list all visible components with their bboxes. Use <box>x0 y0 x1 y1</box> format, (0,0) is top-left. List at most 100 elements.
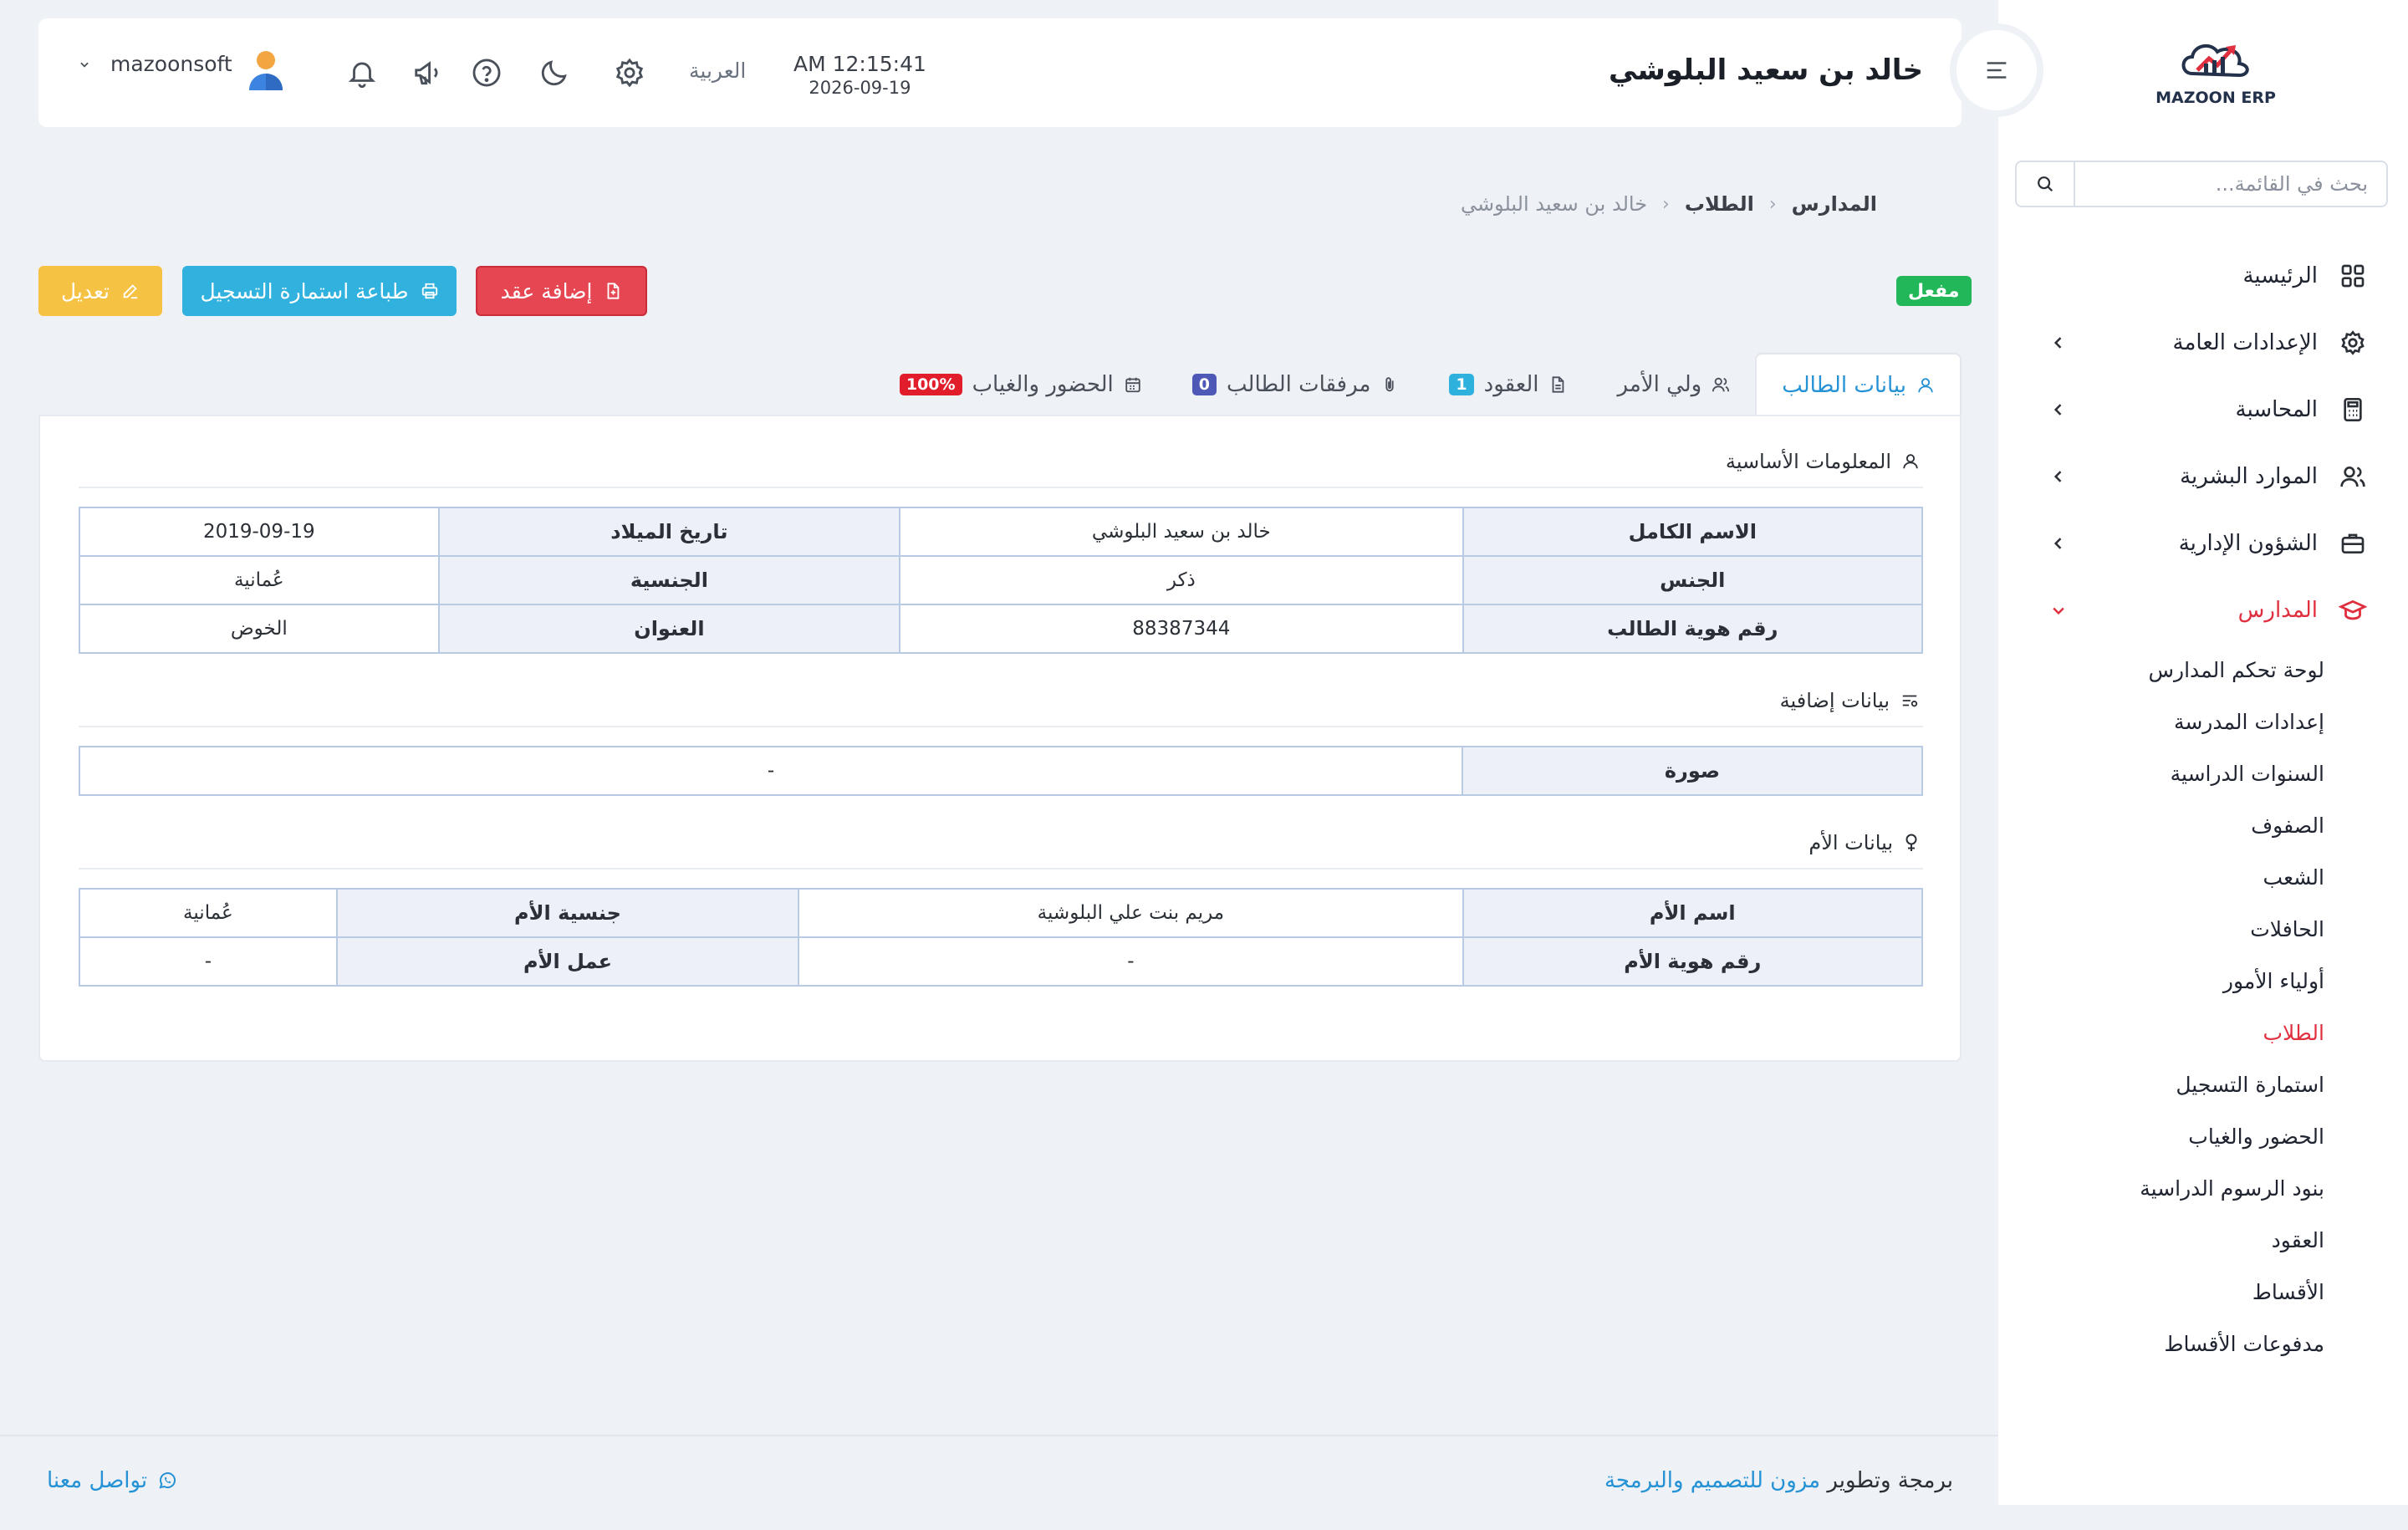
table-cell: - <box>798 936 1464 987</box>
status-badge: مفعل <box>1896 276 1972 306</box>
sidebar-search-input[interactable] <box>2085 163 2386 205</box>
sidebar-item-home[interactable]: الرئيسية <box>1998 242 2408 309</box>
top-header: خالد بن سعيد البلوشي AM 12:15:41 2026-09… <box>38 18 1962 127</box>
breadcrumb-item-students[interactable]: الطلاب <box>1685 192 1754 216</box>
tab-label: الحضور والغياب <box>972 372 1114 397</box>
attendance-rate-badge: 100% <box>899 374 962 395</box>
sidebar-item-label: الإعدادات العامة <box>2172 330 2318 355</box>
breadcrumb-item-schools[interactable]: المدارس <box>1792 192 1877 216</box>
pencil-icon <box>123 284 138 299</box>
additional-info-table: صورة - <box>79 746 1923 796</box>
mother-info-title: بيانات الأم <box>1809 831 1893 854</box>
chevron-left-icon <box>2048 333 2069 353</box>
print-registration-label: طباعة استمارة التسجيل <box>200 278 409 303</box>
female-icon <box>1905 834 1917 851</box>
clock: AM 12:15:41 2026-09-19 <box>793 52 926 98</box>
table-header-cell: الجنسية <box>437 555 901 605</box>
mother-info-table: اسم الأم مريم بنت علي البلوشية جنسية الأ… <box>79 888 1924 987</box>
submenu-item-students[interactable]: الطلاب <box>1998 1007 2324 1058</box>
sidebar-search <box>2015 161 2388 207</box>
basic-info-table: الاسم الكامل خالد بن سعيد البلوشي تاريخ … <box>79 507 1924 654</box>
tab-student-data[interactable]: بيانات الطالب <box>1755 353 1962 416</box>
user-menu[interactable]: mazoonsoft <box>79 51 283 90</box>
submenu-item-registration-form[interactable]: استمارة التسجيل <box>1998 1058 2324 1110</box>
table-header-cell: جنسية الأم <box>335 888 800 938</box>
table-header-cell: صورة <box>1462 746 1923 796</box>
table-cell: مريم بنت علي البلوشية <box>798 888 1464 938</box>
grid-icon <box>2336 259 2370 293</box>
table-row: رقم هوية الطالب 88387344 العنوان الخوض <box>79 604 1924 654</box>
announcements-button[interactable] <box>409 54 447 92</box>
notifications-button[interactable] <box>343 54 381 92</box>
table-header-cell: الاسم الكامل <box>1462 507 1924 557</box>
sidebar-item-label: المدارس <box>2237 598 2318 623</box>
table-cell: 88387344 <box>899 604 1464 654</box>
submenu-item-contracts[interactable]: العقود <box>1998 1214 2324 1266</box>
help-button[interactable] <box>467 54 506 92</box>
sidebar-item-schools[interactable]: المدارس <box>1998 577 2408 644</box>
printer-icon <box>421 283 437 299</box>
calculator-icon <box>2336 393 2370 426</box>
submenu-item-buses[interactable]: الحافلات <box>1998 903 2324 955</box>
submenu-item-attendance[interactable]: الحضور والغياب <box>1998 1110 2324 1162</box>
table-row: صورة - <box>79 746 1923 796</box>
contact-us-link[interactable]: تواصل معنا <box>47 1468 177 1493</box>
edit-button[interactable]: تعديل <box>38 266 162 316</box>
submenu-item-tuition-items[interactable]: بنود الرسوم الدراسية <box>1998 1162 2324 1214</box>
submenu-item-installments[interactable]: الأقساط <box>1998 1266 2324 1318</box>
tab-attachments[interactable]: مرفقات الطالب 0 <box>1167 353 1425 416</box>
sidebar-menu: الرئيسية الإعدادات العامة المحاسبة الموا… <box>1998 242 2408 1369</box>
add-contract-button[interactable]: إضافة عقد <box>476 266 647 316</box>
megaphone-icon <box>415 61 438 85</box>
dark-mode-toggle[interactable] <box>535 54 574 92</box>
tabs: بيانات الطالب ولي الأمر العقود 1 مرفقات … <box>853 353 1962 416</box>
submenu-item-academic-years[interactable]: السنوات الدراسية <box>1998 747 2324 799</box>
table-header-cell: اسم الأم <box>1462 888 1924 938</box>
table-row: رقم هوية الأم - عمل الأم - <box>79 936 1924 987</box>
table-cell: ذكر <box>899 555 1464 605</box>
tab-guardian[interactable]: ولي الأمر <box>1592 353 1755 416</box>
search-button[interactable] <box>2017 162 2075 206</box>
schools-submenu: لوحة تحكم المدارس إعدادات المدرسة السنوا… <box>1998 644 2408 1369</box>
users-icon <box>1712 377 1730 392</box>
submenu-item-schools-dashboard[interactable]: لوحة تحكم المدارس <box>1998 644 2325 696</box>
settings-button[interactable] <box>610 54 649 92</box>
tab-attendance[interactable]: الحضور والغياب 100% <box>875 353 1167 416</box>
sidebar-item-label: الشؤون الإدارية <box>2178 531 2318 556</box>
whatsapp-icon <box>159 1472 176 1489</box>
breadcrumb-current: خالد بن سعيد البلوشي <box>1460 192 1648 216</box>
submenu-item-guardians[interactable]: أولياء الأمور <box>1998 955 2324 1007</box>
chevron-left-icon <box>2048 400 2069 420</box>
footer-credit: برمجة وتطوير مزون للتصميم والبرمجة <box>1604 1468 1953 1493</box>
document-add-icon <box>607 283 620 299</box>
table-header-cell: رقم هوية الأم <box>1462 936 1924 987</box>
menu-icon <box>1987 62 2007 79</box>
print-registration-button[interactable]: طباعة استمارة التسجيل <box>182 266 457 316</box>
gear-icon <box>615 58 644 88</box>
submenu-item-installment-payments[interactable]: مدفوعات الأقساط <box>1998 1318 2324 1369</box>
breadcrumb-separator: ‹ <box>1662 193 1670 215</box>
submenu-item-sections[interactable]: الشعب <box>1998 851 2324 903</box>
sidebar-item-hr[interactable]: الموارد البشرية <box>1998 443 2408 510</box>
chevron-left-icon <box>2048 533 2069 553</box>
chevron-down-icon <box>80 62 89 68</box>
sidebar-item-admin-affairs[interactable]: الشؤون الإدارية <box>1998 510 2408 577</box>
sidebar-item-accounting[interactable]: المحاسبة <box>1998 376 2408 443</box>
sidebar: MAZOON ERP الرئيسية الإعدادات العامة الم… <box>1998 0 2408 1505</box>
tab-contracts[interactable]: العقود 1 <box>1424 353 1592 416</box>
footer-credit-link[interactable]: مزون للتصميم والبرمجة <box>1604 1468 1820 1493</box>
basic-info-heading: المعلومات الأساسية <box>1726 450 1920 473</box>
submenu-item-school-settings[interactable]: إعدادات المدرسة <box>1998 696 2324 747</box>
additional-info-heading: بيانات إضافية <box>1780 689 1920 712</box>
moon-icon <box>541 60 567 86</box>
clock-date: 2026-09-19 <box>809 78 911 98</box>
briefcase-icon <box>2336 527 2370 560</box>
table-header-cell: عمل الأم <box>335 936 800 987</box>
logo-text: MAZOON ERP <box>2155 89 2276 107</box>
logo[interactable]: MAZOON ERP <box>2149 33 2283 117</box>
avatar <box>246 48 286 92</box>
language-switch[interactable]: العربية <box>689 59 746 83</box>
sidebar-toggle-button[interactable] <box>1956 30 2037 110</box>
submenu-item-grades[interactable]: الصفوف <box>1998 799 2324 851</box>
sidebar-item-general-settings[interactable]: الإعدادات العامة <box>1998 309 2408 376</box>
